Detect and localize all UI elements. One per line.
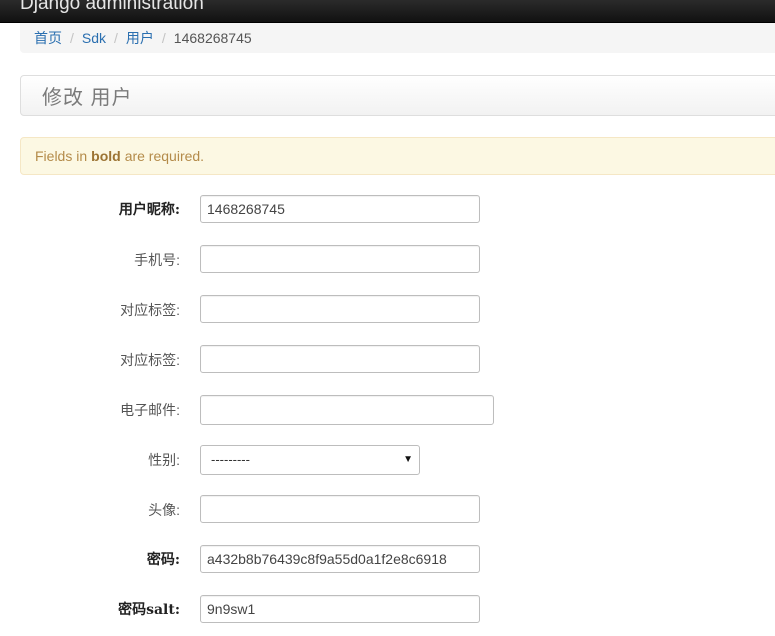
- email-label: 电子邮件:: [120, 402, 180, 418]
- breadcrumb-separator: /: [70, 30, 74, 46]
- top-navbar: Django administration: [0, 0, 775, 23]
- form-row-password: 密码: a432b8b76439c8f9a55d0a1f2e8c6918: [0, 545, 775, 575]
- nickname-input[interactable]: 1468268745: [200, 195, 480, 223]
- form-row-nickname: 用户昵称: 1468268745: [0, 195, 775, 225]
- chevron-down-icon: ▼: [403, 454, 413, 465]
- tag2-label: 对应标签:: [120, 352, 180, 368]
- phone-input[interactable]: [200, 245, 480, 273]
- breadcrumb-current: 1468268745: [173, 30, 252, 46]
- avatar-input[interactable]: [200, 495, 480, 523]
- email-input[interactable]: [200, 395, 494, 425]
- form-row-tag2: 对应标签:: [0, 345, 775, 375]
- avatar-label: 头像:: [148, 502, 180, 518]
- breadcrumb-model-link[interactable]: 用户: [126, 28, 154, 48]
- page-title: 修改 用户: [42, 87, 133, 109]
- password-label: 密码:: [146, 552, 180, 568]
- form-row-email: 电子邮件:: [0, 395, 775, 425]
- required-fields-notice: Fields in bold are required.: [20, 137, 775, 175]
- salt-input[interactable]: 9n9sw1: [200, 595, 480, 623]
- notice-suffix: are required.: [124, 148, 205, 164]
- notice-prefix: Fields in: [35, 148, 88, 164]
- breadcrumb-home-link[interactable]: 首页: [34, 28, 62, 48]
- gender-selected-value: ---------: [211, 452, 250, 467]
- salt-label: 密码salt:: [118, 602, 180, 618]
- form-row-phone: 手机号:: [0, 245, 775, 275]
- form-row-avatar: 头像:: [0, 495, 775, 525]
- gender-select[interactable]: --------- ▼: [200, 445, 420, 475]
- breadcrumb-separator: /: [161, 30, 166, 46]
- breadcrumb-app-link[interactable]: Sdk: [82, 30, 106, 46]
- site-brand[interactable]: Django administration: [20, 0, 204, 16]
- notice-bold-word: bold: [91, 148, 121, 164]
- nickname-label: 用户昵称:: [118, 202, 180, 218]
- password-input[interactable]: a432b8b76439c8f9a55d0a1f2e8c6918: [200, 545, 480, 573]
- form-row-tag1: 对应标签:: [0, 295, 775, 325]
- form-row-gender: 性别: --------- ▼: [0, 445, 775, 475]
- page-title-bar: 修改 用户: [20, 75, 775, 116]
- breadcrumb-separator: /: [114, 30, 118, 46]
- phone-label: 手机号:: [134, 252, 180, 268]
- breadcrumb: 首页 / Sdk / 用户 / 1468268745: [20, 23, 775, 53]
- form-row-salt: 密码salt: 9n9sw1: [0, 595, 775, 625]
- tag1-input[interactable]: [200, 295, 480, 323]
- tag2-input[interactable]: [200, 345, 480, 373]
- tag1-label: 对应标签:: [120, 302, 180, 318]
- gender-label: 性别:: [148, 452, 180, 468]
